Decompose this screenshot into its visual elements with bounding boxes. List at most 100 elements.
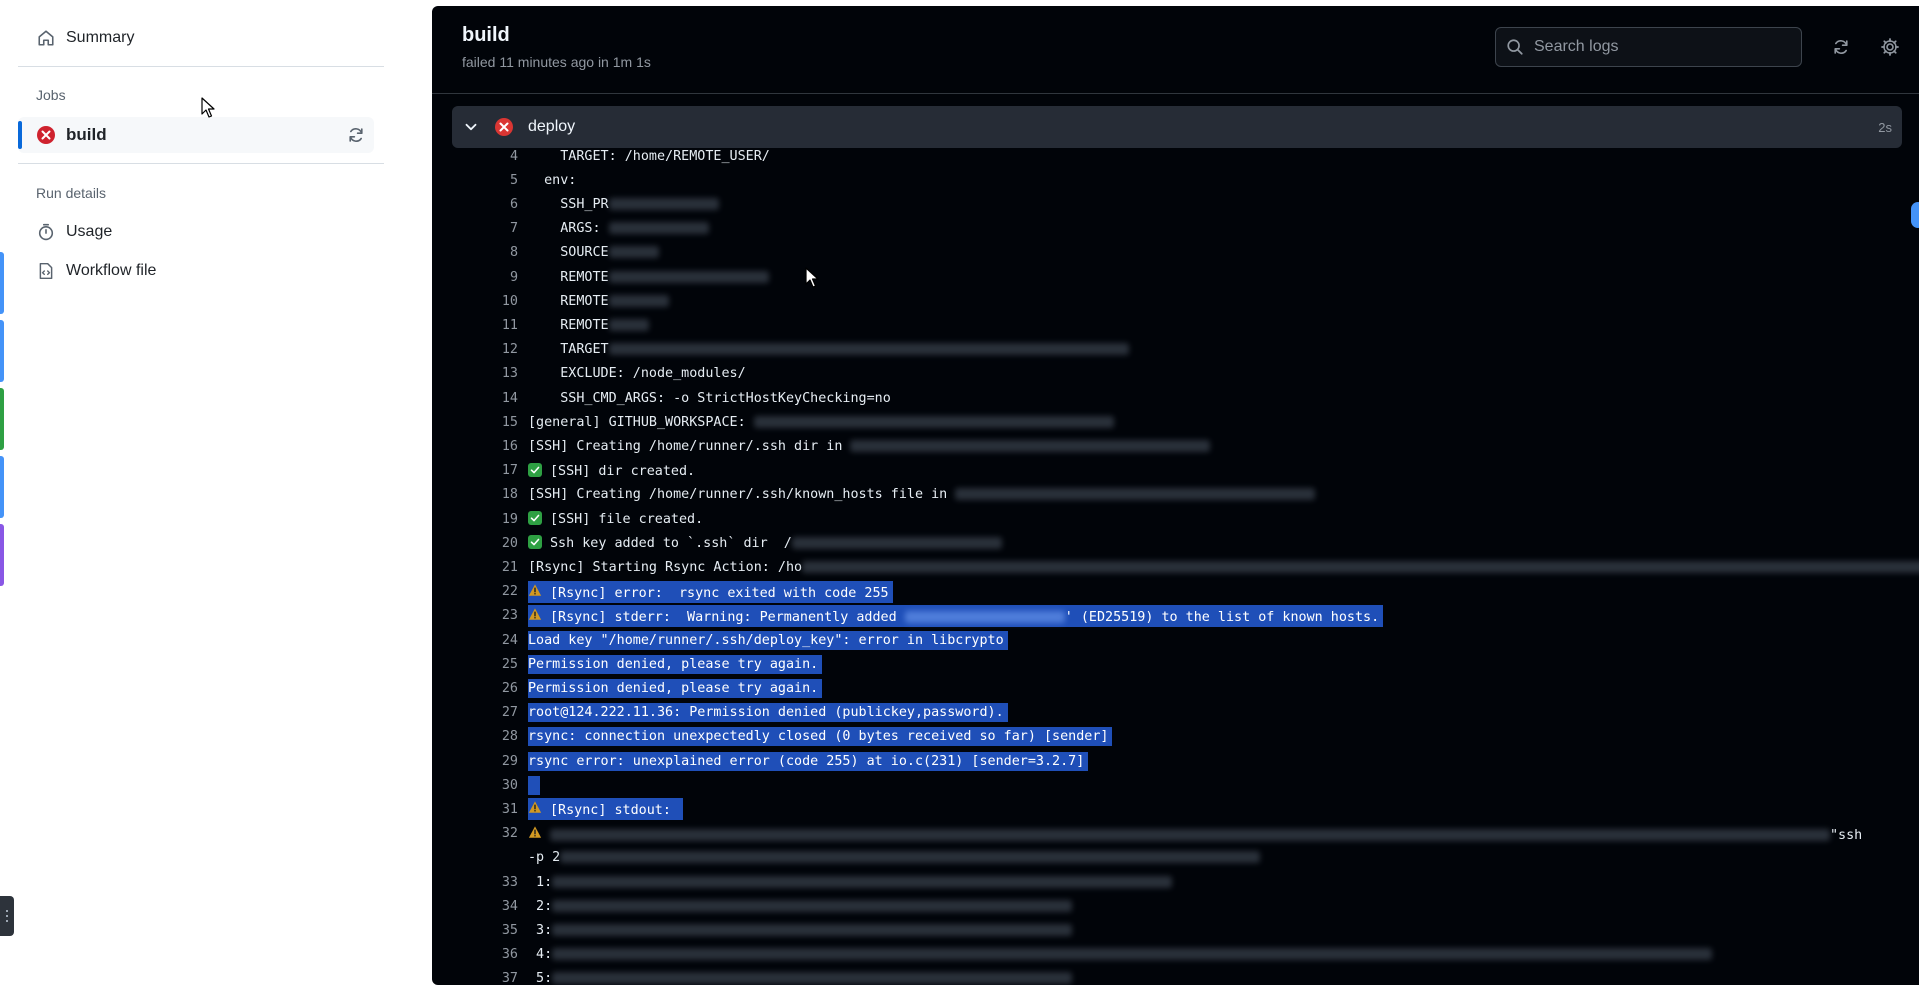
log-text [528, 775, 541, 795]
line-number[interactable]: 6 [432, 197, 518, 212]
line-number[interactable]: 30 [432, 778, 518, 793]
line-number[interactable]: 15 [432, 415, 518, 430]
search-logs-input[interactable] [1534, 38, 1784, 56]
settings-button[interactable] [1879, 36, 1901, 58]
edge-tab[interactable] [0, 388, 4, 450]
line-number[interactable]: 4 [432, 149, 518, 164]
line-number[interactable]: 29 [432, 754, 518, 769]
chevron-down-icon [462, 118, 480, 136]
active-indicator [18, 121, 22, 149]
scroll-indicator[interactable] [1911, 202, 1919, 228]
log-line: 29 rsync error: unexplained error (code 2… [432, 749, 1919, 773]
log-text-tail: "ssh [1830, 827, 1863, 843]
log-line: 27 root@124.222.11.36: Permission denied … [432, 701, 1919, 725]
log-line: 9 REMOTE [432, 265, 1919, 289]
file-code-icon [36, 261, 56, 281]
line-number[interactable]: 21 [432, 560, 518, 575]
line-number[interactable]: 19 [432, 512, 518, 527]
line-number[interactable]: 27 [432, 705, 518, 720]
mouse-cursor-icon [805, 267, 819, 288]
line-number[interactable]: 23 [432, 608, 518, 623]
log-line: 4 TARGET: /home/REMOTE_USER/ [432, 148, 1919, 168]
line-number[interactable]: 37 [432, 971, 518, 985]
log-text-value: Permission denied, please try again. [528, 656, 819, 672]
line-number[interactable]: 16 [432, 439, 518, 454]
sidebar-item-summary[interactable]: Summary [36, 22, 134, 54]
line-number[interactable]: 20 [432, 536, 518, 551]
log-text: [Rsync] error: rsync exited with code 25… [528, 580, 893, 603]
edge-tab[interactable] [0, 456, 4, 518]
log-line: 18 [SSH] Creating /home/runner/.ssh/known… [432, 483, 1919, 507]
redacted-text [608, 343, 1129, 356]
log-text-value: TARGET: /home/REMOTE_USER/ [528, 148, 770, 164]
line-number[interactable]: 28 [432, 729, 518, 744]
edge-tab[interactable] [0, 320, 4, 382]
log-line: 31 [Rsync] stdout: [432, 797, 1919, 821]
log-text: rsync: connection unexpectedly closed (0… [528, 727, 1113, 747]
refresh-button[interactable] [1830, 36, 1852, 58]
log-text: Ssh key added to `.ssh` dir / [528, 535, 1002, 551]
redacted-text [608, 294, 669, 307]
edge-tab[interactable] [0, 524, 4, 586]
line-number[interactable]: 10 [432, 294, 518, 309]
sidebar-item-label: Usage [66, 223, 113, 240]
log-text: SSH_PR [528, 197, 719, 212]
rerun-job-icon[interactable] [346, 125, 366, 145]
step-deploy-header[interactable]: deploy 2s [452, 106, 1902, 148]
line-number[interactable]: 8 [432, 245, 518, 260]
line-number[interactable]: 14 [432, 391, 518, 406]
line-number[interactable]: 11 [432, 318, 518, 333]
redacted-text [904, 610, 1065, 623]
line-number[interactable]: 35 [432, 923, 518, 938]
log-text-value: rsync: connection unexpectedly closed (0… [528, 729, 1109, 745]
sidebar-item-usage[interactable]: Usage [36, 216, 112, 248]
line-number[interactable]: 22 [432, 584, 518, 599]
log-text: TARGET [528, 342, 1129, 357]
line-number[interactable]: 26 [432, 681, 518, 696]
pager-handle[interactable] [0, 896, 14, 936]
log-text-value: env: [528, 172, 577, 188]
log-line: 37 5: [432, 967, 1919, 985]
check-icon [528, 535, 542, 550]
edge-tab[interactable] [0, 252, 4, 314]
line-number[interactable]: 25 [432, 657, 518, 672]
line-number[interactable]: 24 [432, 633, 518, 648]
log-text-value: [SSH] file created. [550, 512, 704, 527]
line-number[interactable]: 9 [432, 270, 518, 285]
log-text-value: SSH_CMD_ARGS: -o StrictHostKeyChecking=n… [528, 390, 891, 406]
log-text-value: TARGET [528, 342, 609, 358]
line-number[interactable]: 31 [432, 802, 518, 817]
log-text: ARGS: [528, 221, 709, 236]
redacted-text [608, 270, 769, 283]
line-number[interactable]: 34 [432, 899, 518, 914]
line-number[interactable]: 32 [432, 826, 518, 841]
line-number[interactable]: 17 [432, 463, 518, 478]
failed-icon [494, 117, 514, 137]
line-number[interactable]: 33 [432, 875, 518, 890]
line-number[interactable]: 36 [432, 947, 518, 962]
line-number[interactable]: 7 [432, 221, 518, 236]
log-text: TARGET: /home/REMOTE_USER/ [528, 149, 770, 164]
log-text-value: root@124.222.11.36: Permission denied (p… [528, 705, 1004, 721]
sidebar-item-workflow-file[interactable]: Workflow file [36, 255, 156, 287]
log-line: 5 env: [432, 168, 1919, 192]
line-number[interactable]: 13 [432, 366, 518, 381]
log-text: "ssh [528, 825, 1862, 843]
line-number[interactable]: 5 [432, 173, 518, 188]
sidebar-item-build-job[interactable]: build [18, 117, 374, 153]
log-text-value: EXCLUDE: /node_modules/ [528, 366, 746, 382]
line-number[interactable]: 12 [432, 342, 518, 357]
redacted-text [552, 948, 1713, 961]
search-logs-box[interactable] [1495, 27, 1802, 67]
log-text: [SSH] Creating /home/runner/.ssh/known_h… [528, 487, 1316, 502]
line-number[interactable]: 18 [432, 487, 518, 502]
log-text: REMOTE [528, 270, 769, 285]
log-text-value: 2: [528, 898, 553, 914]
log-text-value: [SSH] dir created. [550, 463, 696, 479]
log-text-value: ARGS: [528, 221, 609, 237]
sidebar-item-label: Workflow file [66, 262, 157, 279]
log-text: -p 2 [528, 850, 1261, 865]
redacted-text [608, 222, 709, 235]
log-text: [Rsync] stderr: Warning: Permanently add… [528, 604, 1384, 627]
redacted-text [552, 899, 1073, 912]
